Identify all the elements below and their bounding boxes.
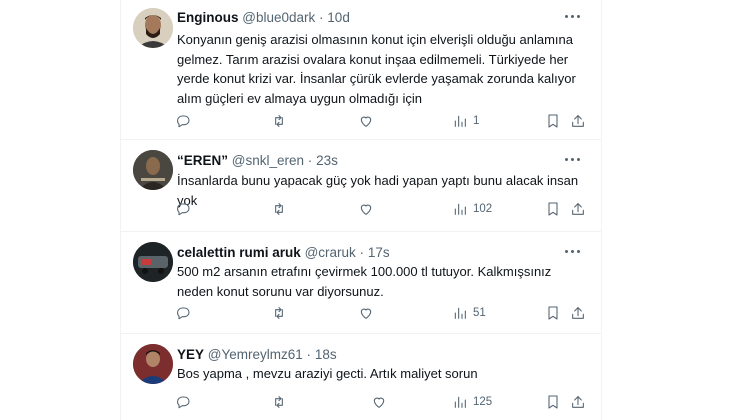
share-icon (572, 115, 584, 127)
heart-icon (360, 308, 372, 319)
reply-icon (177, 396, 190, 409)
bookmark-icon (548, 395, 558, 409)
retweet-button[interactable] (271, 112, 287, 130)
retweet-icon (275, 203, 283, 215)
bookmark-icon (548, 306, 558, 320)
avatar[interactable] (133, 150, 173, 190)
action-bar: 125 (121, 393, 601, 411)
tweet-header: Enginous @blue0dark · 10d (177, 9, 350, 26)
views-button[interactable]: 51 (452, 304, 486, 322)
separator: · (306, 347, 312, 362)
views-icon (454, 115, 466, 127)
timestamp[interactable]: 18s (315, 347, 337, 362)
author-name[interactable]: “EREN” (177, 153, 228, 168)
action-bar: 102 (121, 200, 601, 218)
reply-icon (177, 115, 190, 128)
bookmark-button[interactable] (545, 304, 561, 322)
like-button[interactable] (358, 304, 374, 322)
bookmark-button[interactable] (545, 393, 561, 411)
separator: · (319, 10, 324, 25)
like-button[interactable] (371, 393, 387, 411)
views-icon (454, 203, 466, 215)
avatar[interactable] (133, 242, 173, 282)
views-count: 1 (473, 115, 480, 127)
tweet-text: Konyanın geniş arazisi olmasının konut i… (177, 32, 576, 106)
tweet[interactable]: YEY @Yemreylmz61 · 18s Bos yapma , mevzu… (121, 334, 601, 420)
reply-icon (177, 307, 190, 320)
views-count: 125 (473, 396, 493, 408)
tweet-header: celalettin rumi aruk @craruk · 17s (177, 244, 390, 261)
share-icon (572, 203, 584, 215)
action-bar: 51 (121, 304, 601, 322)
like-button[interactable] (358, 112, 374, 130)
tweet[interactable]: “EREN” @snkl_eren · 23s İnsanlarda bunu … (121, 140, 601, 232)
share-button[interactable] (570, 304, 586, 322)
retweet-icon (275, 396, 283, 408)
heart-icon (373, 397, 385, 408)
author-handle[interactable]: @blue0dark (242, 10, 315, 25)
reply-button[interactable] (175, 304, 191, 322)
like-button[interactable] (358, 200, 374, 218)
separator: · (359, 245, 365, 260)
tweet-header: YEY @Yemreylmz61 · 18s (177, 346, 337, 363)
author-handle[interactable]: @craruk (305, 245, 356, 260)
share-button[interactable] (570, 200, 586, 218)
views-button[interactable]: 125 (452, 393, 492, 411)
more-icon[interactable] (565, 10, 583, 22)
more-icon[interactable] (565, 245, 583, 257)
views-button[interactable]: 1 (452, 112, 479, 130)
heart-icon (360, 116, 372, 127)
views-count: 102 (473, 203, 493, 215)
author-handle[interactable]: @Yemreylmz61 (208, 347, 303, 362)
reply-icon (177, 203, 190, 216)
tweet-text: Bos yapma , mevzu araziyi gecti. Artık m… (177, 366, 478, 381)
views-icon (454, 307, 466, 319)
author-name[interactable]: YEY (177, 347, 204, 362)
action-bar: 1 (121, 112, 601, 130)
retweet-button[interactable] (271, 304, 287, 322)
views-icon (454, 396, 466, 408)
retweet-button[interactable] (271, 200, 287, 218)
timestamp[interactable]: 17s (368, 245, 390, 260)
views-count: 51 (473, 307, 486, 319)
bookmark-icon (548, 114, 558, 128)
tweet-text: 500 m2 arsanın etrafını çevirmek 100.000… (177, 264, 552, 299)
tweet[interactable]: Enginous @blue0dark · 10d Konyanın geniş… (121, 0, 601, 140)
reply-button[interactable] (175, 393, 191, 411)
reply-button[interactable] (175, 112, 191, 130)
retweet-button[interactable] (271, 393, 287, 411)
tweet[interactable]: celalettin rumi aruk @craruk · 17s 500 m… (121, 232, 601, 334)
retweet-icon (275, 307, 283, 319)
views-button[interactable]: 102 (452, 200, 492, 218)
bookmark-icon (548, 202, 558, 216)
timestamp[interactable]: 23s (316, 153, 338, 168)
author-name[interactable]: celalettin rumi aruk (177, 245, 301, 260)
tweet-header: “EREN” @snkl_eren · 23s (177, 152, 338, 169)
share-icon (572, 307, 584, 319)
separator: · (307, 153, 313, 168)
timestamp[interactable]: 10d (327, 10, 350, 25)
author-handle[interactable]: @snkl_eren (232, 153, 304, 168)
author-name[interactable]: Enginous (177, 10, 239, 25)
bookmark-button[interactable] (545, 112, 561, 130)
more-icon[interactable] (565, 153, 583, 165)
avatar[interactable] (133, 344, 173, 384)
share-button[interactable] (570, 112, 586, 130)
bookmark-button[interactable] (545, 200, 561, 218)
reply-button[interactable] (175, 200, 191, 218)
avatar[interactable] (133, 8, 173, 48)
retweet-icon (275, 115, 283, 127)
heart-icon (360, 204, 372, 215)
share-icon (572, 396, 584, 408)
share-button[interactable] (570, 393, 586, 411)
timeline: Enginous @blue0dark · 10d Konyanın geniş… (120, 0, 602, 420)
